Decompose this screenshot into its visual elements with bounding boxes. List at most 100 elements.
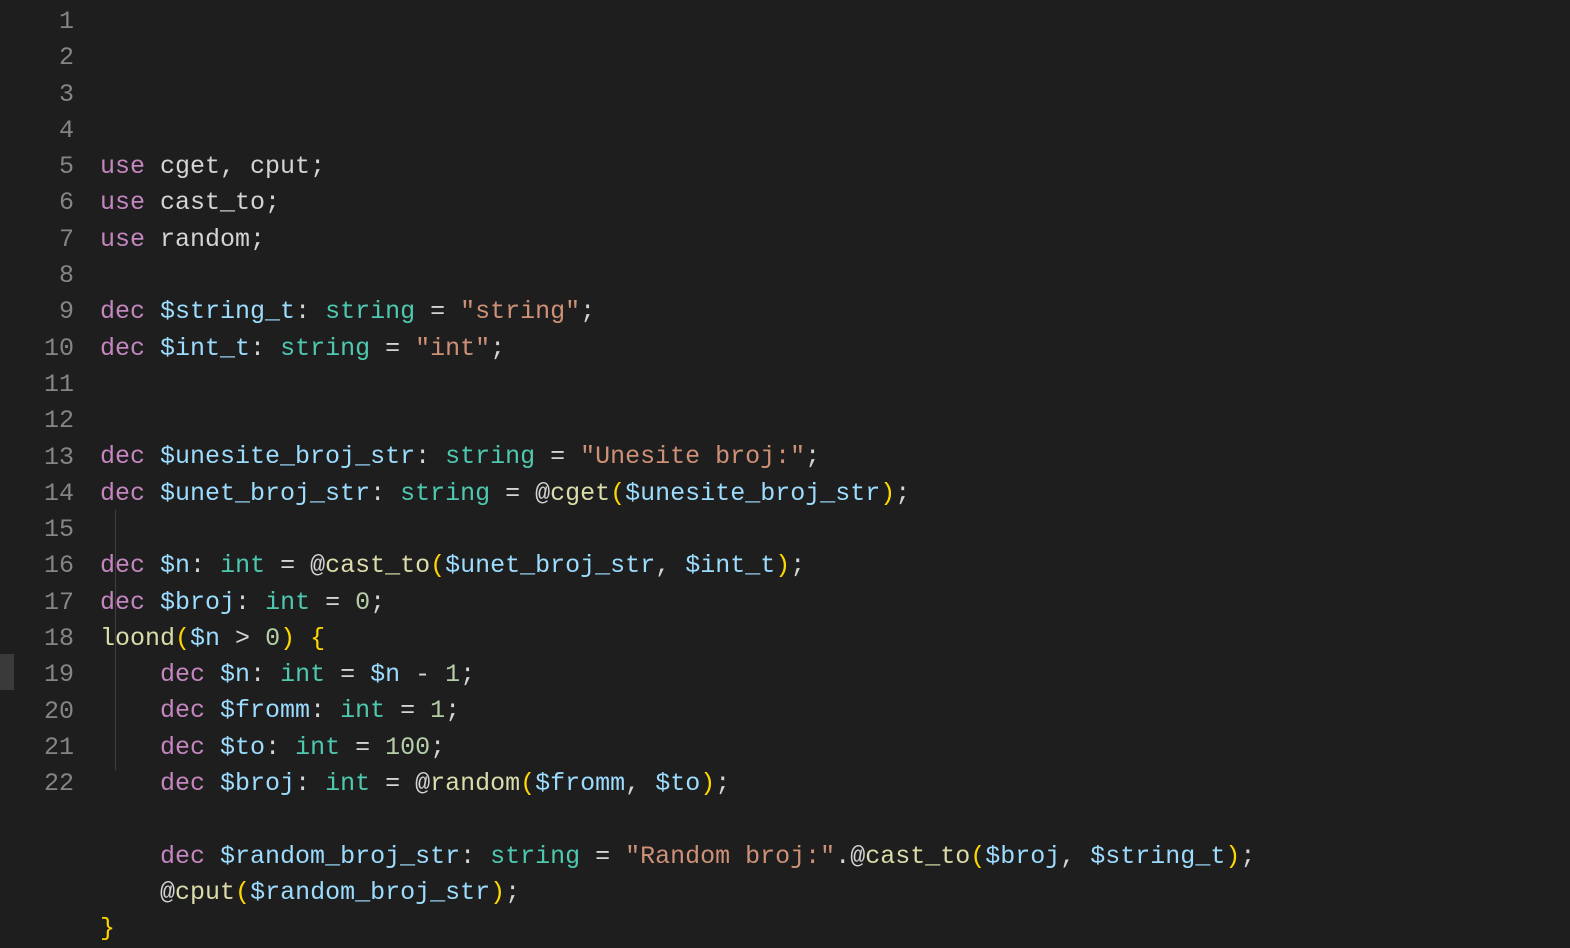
token-var: $unet_broj_str [445,548,655,584]
token-var: $broj [220,766,295,802]
token-op: = [340,730,385,766]
token-num: 1 [430,693,445,729]
token-at: @ [415,766,430,802]
token-punc: , [625,766,655,802]
token-plain: cput [250,149,310,185]
token-curly: ) [700,766,715,802]
token-punc: ; [895,476,910,512]
code-line[interactable]: dec $int_t: string = "int"; [100,330,1570,366]
token-fn: cast_to [865,839,970,875]
token-plain [145,294,160,330]
token-punc: ; [370,585,385,621]
code-line[interactable] [100,403,1570,439]
code-line[interactable]: dec $string_t: string = "string"; [100,294,1570,330]
token-plain [145,585,160,621]
code-line[interactable] [100,512,1570,548]
token-plain [295,621,310,657]
code-line[interactable]: use cast_to; [100,185,1570,221]
token-op: > [220,621,265,657]
token-plain [205,693,220,729]
token-type: int [295,730,340,766]
token-punc: ; [250,222,265,258]
code-line[interactable]: dec $random_broj_str: string = "Random b… [100,839,1570,875]
code-line[interactable]: use random; [100,222,1570,258]
line-number: 17 [0,585,74,621]
code-line[interactable]: dec $fromm: int = 1; [100,693,1570,729]
code-line[interactable]: dec $to: int = 100; [100,730,1570,766]
code-line[interactable]: } [100,911,1570,947]
token-punc: : [250,331,280,367]
token-punc: ; [460,657,475,693]
code-line[interactable] [100,802,1570,838]
code-editor[interactable]: 12345678910111213141516171819202122 use … [0,0,1570,802]
token-at: @ [310,548,325,584]
token-var: $to [655,766,700,802]
token-var: $string_t [160,294,295,330]
token-plain: cast_to [145,185,265,221]
token-punc: ; [265,185,280,221]
token-at: @ [535,476,550,512]
code-line[interactable]: use cget, cput; [100,149,1570,185]
token-op: = [370,766,415,802]
token-op: = [370,331,415,367]
token-curly: ) [490,875,505,911]
token-curly: ( [610,476,625,512]
code-line[interactable] [100,367,1570,403]
token-var: $fromm [535,766,625,802]
token-curly: ( [175,621,190,657]
code-line[interactable] [100,258,1570,294]
token-str: "Random broj:" [625,839,835,875]
token-punc: : [415,439,445,475]
token-punc: : [295,766,325,802]
token-plain [100,766,160,802]
token-punc: : [310,693,340,729]
token-op: = [535,439,580,475]
token-var: $broj [160,585,235,621]
code-line[interactable]: dec $broj: int = 0; [100,585,1570,621]
gutter-highlight [0,654,14,690]
code-line[interactable]: dec $n: int = $n - 1; [100,657,1570,693]
token-type: int [220,548,265,584]
code-line[interactable]: @cput($random_broj_str); [100,875,1570,911]
token-plain [145,548,160,584]
token-num: 1 [445,657,460,693]
token-num: 100 [385,730,430,766]
token-var: $unesite_broj_str [160,439,415,475]
token-type: int [325,766,370,802]
code-line[interactable]: dec $broj: int = @random($fromm, $to); [100,766,1570,802]
token-type: string [280,331,370,367]
token-curly: } [100,911,115,947]
token-type: string [490,839,580,875]
token-fn: cput [175,875,235,911]
token-kw: use [100,222,145,258]
token-var: $n [190,621,220,657]
code-line[interactable]: dec $unesite_broj_str: string = "Unesite… [100,439,1570,475]
token-punc: : [190,548,220,584]
line-number: 20 [0,694,74,730]
token-kw: dec [100,476,145,512]
token-punc: ; [805,439,820,475]
token-op: = [580,839,625,875]
line-number: 10 [0,331,74,367]
token-op: = [415,294,460,330]
line-number: 7 [0,222,74,258]
line-number: 22 [0,766,74,802]
code-line[interactable]: dec $n: int = @cast_to($unet_broj_str, $… [100,548,1570,584]
token-curly: ( [520,766,535,802]
code-line[interactable]: loond($n > 0) { [100,621,1570,657]
token-var: $n [370,657,400,693]
code-line[interactable]: dec $unet_broj_str: string = @cget($unes… [100,476,1570,512]
token-var: $string_t [1090,839,1225,875]
token-var: $int_t [160,331,250,367]
token-type: string [445,439,535,475]
code-area[interactable]: use cget, cput;use cast_to;use random;de… [100,0,1570,802]
token-fn: cget [550,476,610,512]
token-plain [205,766,220,802]
token-fn: cast_to [325,548,430,584]
token-kw: dec [160,766,205,802]
token-num: 0 [355,585,370,621]
token-punc: , [655,548,685,584]
token-plain [145,331,160,367]
token-plain [205,730,220,766]
token-punc: ; [430,730,445,766]
